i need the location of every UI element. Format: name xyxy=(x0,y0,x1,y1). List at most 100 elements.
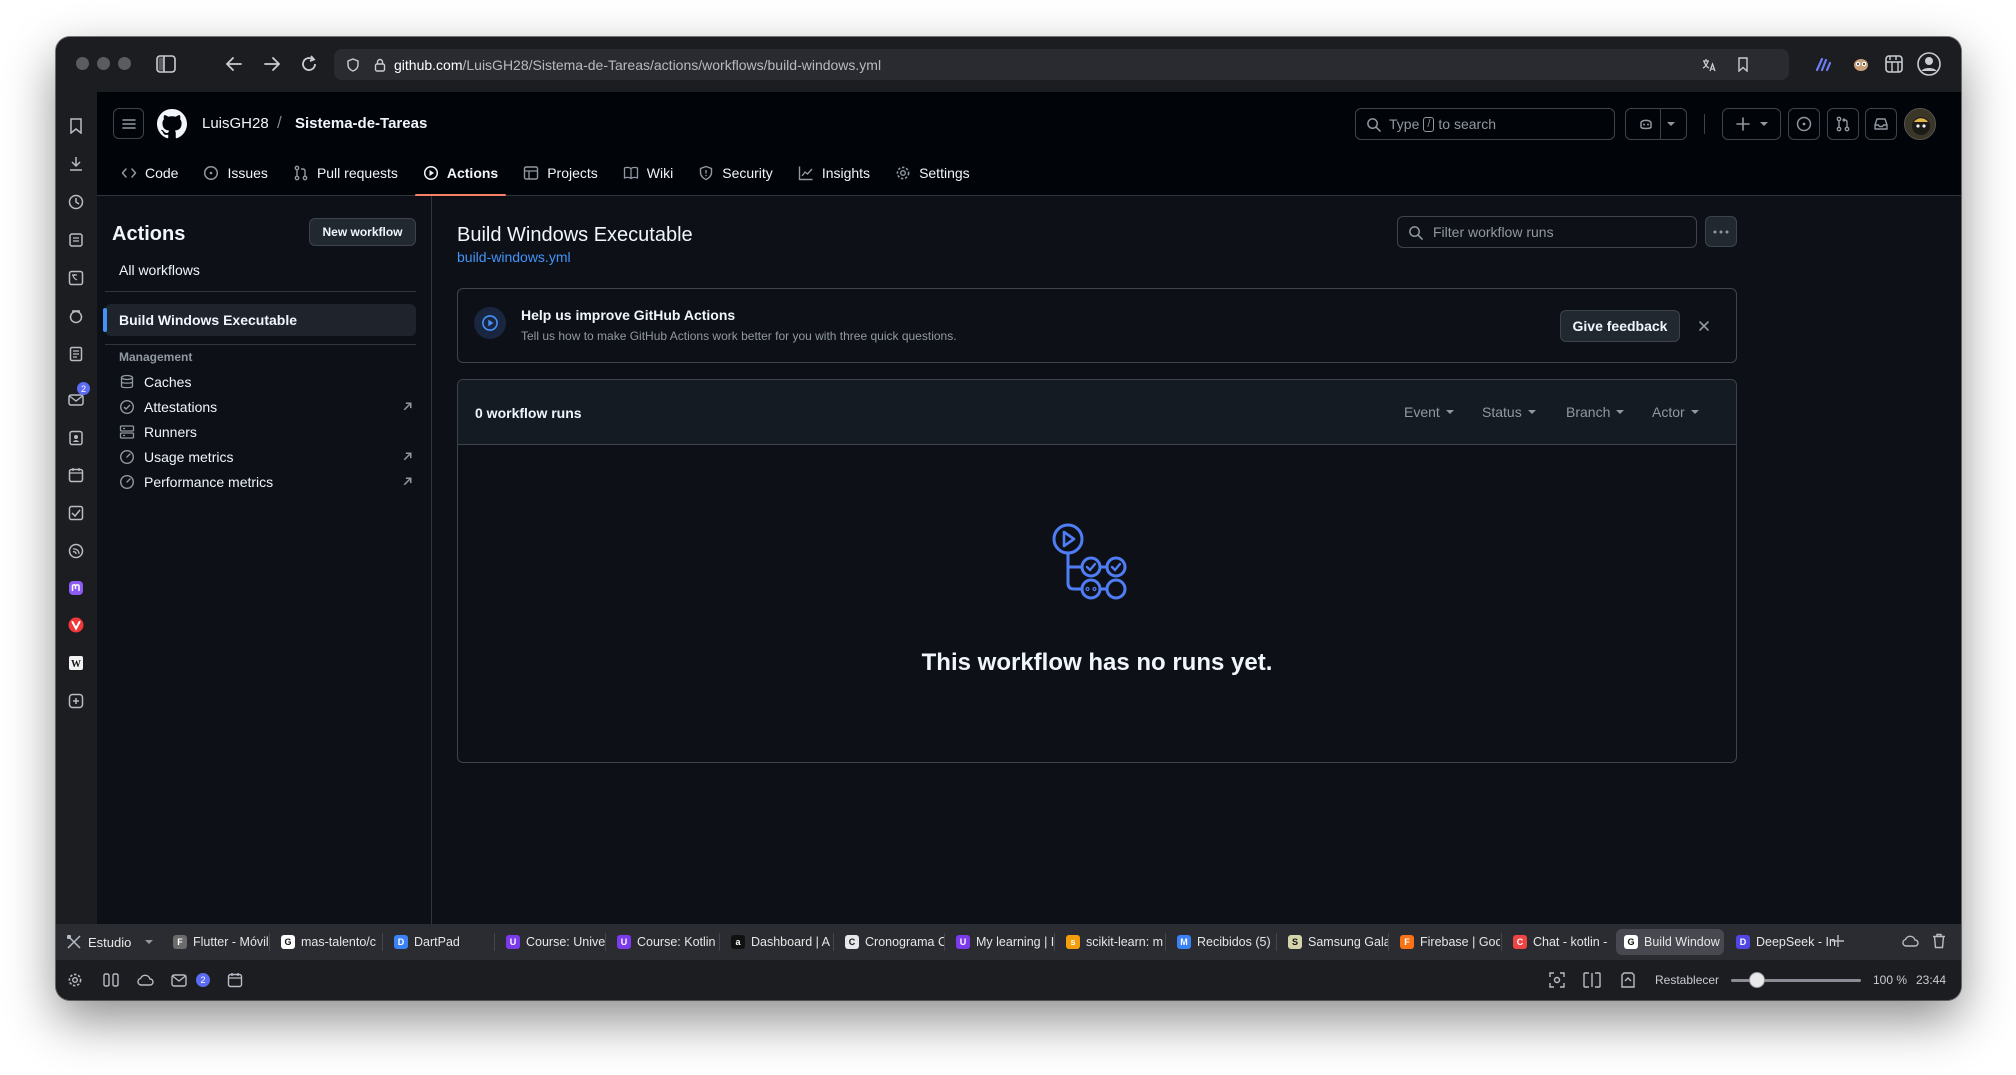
browser-tab[interactable]: s scikit-learn: m xyxy=(1058,929,1166,955)
page-actions-icon[interactable] xyxy=(1619,971,1637,989)
add-panel-icon[interactable] xyxy=(66,691,86,711)
tab-settings[interactable]: Settings xyxy=(887,150,978,196)
panel-toggle-icon[interactable] xyxy=(102,971,120,989)
browser-tab[interactable]: F Flutter - Móvil xyxy=(165,929,271,955)
extensions-icon[interactable] xyxy=(1881,51,1907,77)
mastodon-icon[interactable] xyxy=(66,578,86,598)
more-options-button[interactable] xyxy=(1705,216,1737,247)
browser-tab[interactable]: C Cronograma C xyxy=(837,929,945,955)
browser-tab[interactable]: U Course: Unive xyxy=(498,929,606,955)
tab-code[interactable]: Code xyxy=(113,150,186,196)
reload-icon[interactable] xyxy=(296,51,322,77)
workflow-item-build-windows[interactable]: Build Windows Executable xyxy=(103,304,416,336)
mail-status-icon[interactable] xyxy=(170,971,188,989)
sync-cloud-icon[interactable] xyxy=(1901,932,1919,950)
vivaldi-icon[interactable] xyxy=(66,615,86,635)
tasks-icon[interactable] xyxy=(66,503,86,523)
actor-filter[interactable]: Actor xyxy=(1652,404,1699,420)
close-icon[interactable] xyxy=(1694,316,1714,336)
wikipedia-icon[interactable]: W xyxy=(66,653,86,673)
all-workflows-link[interactable]: All workflows xyxy=(119,262,200,278)
capture-icon[interactable] xyxy=(1548,971,1566,989)
branch-filter[interactable]: Branch xyxy=(1566,404,1625,420)
close-window-button[interactable] xyxy=(76,57,89,70)
extension-owl-icon[interactable] xyxy=(1848,51,1874,77)
maximize-window-button[interactable] xyxy=(118,57,131,70)
event-filter[interactable]: Event xyxy=(1404,404,1454,420)
browser-tab[interactable]: D DartPad xyxy=(386,929,494,955)
browser-tab[interactable]: F Firebase | Goo xyxy=(1392,929,1500,955)
copilot-button[interactable] xyxy=(1625,108,1687,140)
back-icon[interactable] xyxy=(221,51,247,77)
bookmark-icon[interactable] xyxy=(1737,57,1749,72)
shield-icon[interactable] xyxy=(346,57,360,72)
new-workflow-button[interactable]: New workflow xyxy=(309,218,416,246)
issues-button[interactable] xyxy=(1788,108,1820,140)
meter-icon xyxy=(119,449,135,465)
url-text[interactable]: github.com/LuisGH28/Sistema-de-Tareas/ac… xyxy=(394,57,881,73)
extension-icon[interactable] xyxy=(1810,51,1836,77)
tab-issues[interactable]: Issues xyxy=(195,150,275,196)
workflow-file-link[interactable]: build-windows.yml xyxy=(457,249,571,265)
forward-icon[interactable] xyxy=(259,51,285,77)
profile-icon[interactable] xyxy=(1916,51,1942,77)
reader-icon[interactable] xyxy=(66,344,86,364)
mail-icon[interactable]: 2 xyxy=(66,382,90,410)
browser-tab[interactable]: a Dashboard | A xyxy=(723,929,831,955)
sidebar-item-performance-metrics[interactable]: Performance metrics xyxy=(119,472,414,492)
sidebar-item-attestations[interactable]: Attestations xyxy=(119,397,414,417)
repo-owner-link[interactable]: LuisGH28 xyxy=(202,115,269,132)
settings-gear-icon[interactable] xyxy=(66,971,84,989)
history-icon[interactable] xyxy=(66,192,86,212)
new-tab-plus-icon[interactable] xyxy=(1829,932,1847,950)
tab-insights[interactable]: Insights xyxy=(790,150,878,196)
translate-icon[interactable] xyxy=(1701,58,1717,72)
window-controls[interactable] xyxy=(76,57,131,70)
tab-pull-requests[interactable]: Pull requests xyxy=(285,150,406,196)
status-filter[interactable]: Status xyxy=(1482,404,1536,420)
calendar-icon[interactable] xyxy=(66,465,86,485)
filter-workflow-runs-input[interactable]: Filter workflow runs xyxy=(1397,216,1697,248)
notes-icon[interactable] xyxy=(66,230,86,250)
minimize-window-button[interactable] xyxy=(97,57,110,70)
browser-tab[interactable]: D DeepSeek - In xyxy=(1728,929,1836,955)
zoom-slider-handle[interactable] xyxy=(1749,972,1765,988)
tiling-icon[interactable] xyxy=(1583,971,1601,989)
bookmarks-icon[interactable] xyxy=(66,116,86,136)
downloads-icon[interactable] xyxy=(66,154,86,174)
repo-name-link[interactable]: Sistema-de-Tareas xyxy=(295,115,427,132)
inbox-button[interactable] xyxy=(1865,108,1897,140)
sidebar-item-caches[interactable]: Caches xyxy=(119,372,414,392)
tab-projects[interactable]: Projects xyxy=(515,150,606,196)
cloud-icon[interactable] xyxy=(136,971,154,989)
contacts-icon[interactable] xyxy=(66,428,86,448)
browser-tab[interactable]: G Build Window xyxy=(1616,929,1724,955)
menu-button[interactable] xyxy=(113,108,144,139)
browser-tab[interactable]: Gmas-talento/c xyxy=(273,929,383,955)
reading-list-icon[interactable] xyxy=(66,306,86,326)
workspace-switcher[interactable]: Estudio xyxy=(66,932,154,952)
create-new-button[interactable] xyxy=(1722,108,1781,140)
user-avatar[interactable] xyxy=(1904,108,1936,140)
search-input[interactable]: Type / to search xyxy=(1355,108,1615,140)
browser-tab[interactable]: U Course: Kotlin xyxy=(609,929,717,955)
pull-requests-button[interactable] xyxy=(1827,108,1859,140)
browser-tab[interactable]: S Samsung Gala xyxy=(1280,929,1388,955)
feeds-icon[interactable] xyxy=(66,541,86,561)
tab-wiki[interactable]: Wiki xyxy=(615,150,681,196)
reset-zoom-button[interactable]: Restablecer xyxy=(1655,973,1719,987)
give-feedback-button[interactable]: Give feedback xyxy=(1560,310,1680,342)
address-bar[interactable]: github.com/LuisGH28/Sistema-de-Tareas/ac… xyxy=(334,49,1789,80)
tab-security[interactable]: Security xyxy=(690,150,781,196)
browser-tab[interactable]: M Recibidos (5) xyxy=(1169,929,1277,955)
translate-panel-icon[interactable] xyxy=(66,268,86,288)
browser-tab[interactable]: C Chat - kotlin - xyxy=(1505,929,1613,955)
sidebar-item-usage-metrics[interactable]: Usage metrics xyxy=(119,447,414,467)
github-logo-icon[interactable] xyxy=(157,109,187,139)
sidebar-item-runners[interactable]: Runners xyxy=(119,422,414,442)
calendar-status-icon[interactable] xyxy=(226,971,244,989)
trash-icon[interactable] xyxy=(1930,932,1948,950)
sidebar-toggle-icon[interactable] xyxy=(153,51,179,77)
tab-actions[interactable]: Actions xyxy=(414,150,507,196)
browser-tab[interactable]: U My learning | I xyxy=(948,929,1056,955)
